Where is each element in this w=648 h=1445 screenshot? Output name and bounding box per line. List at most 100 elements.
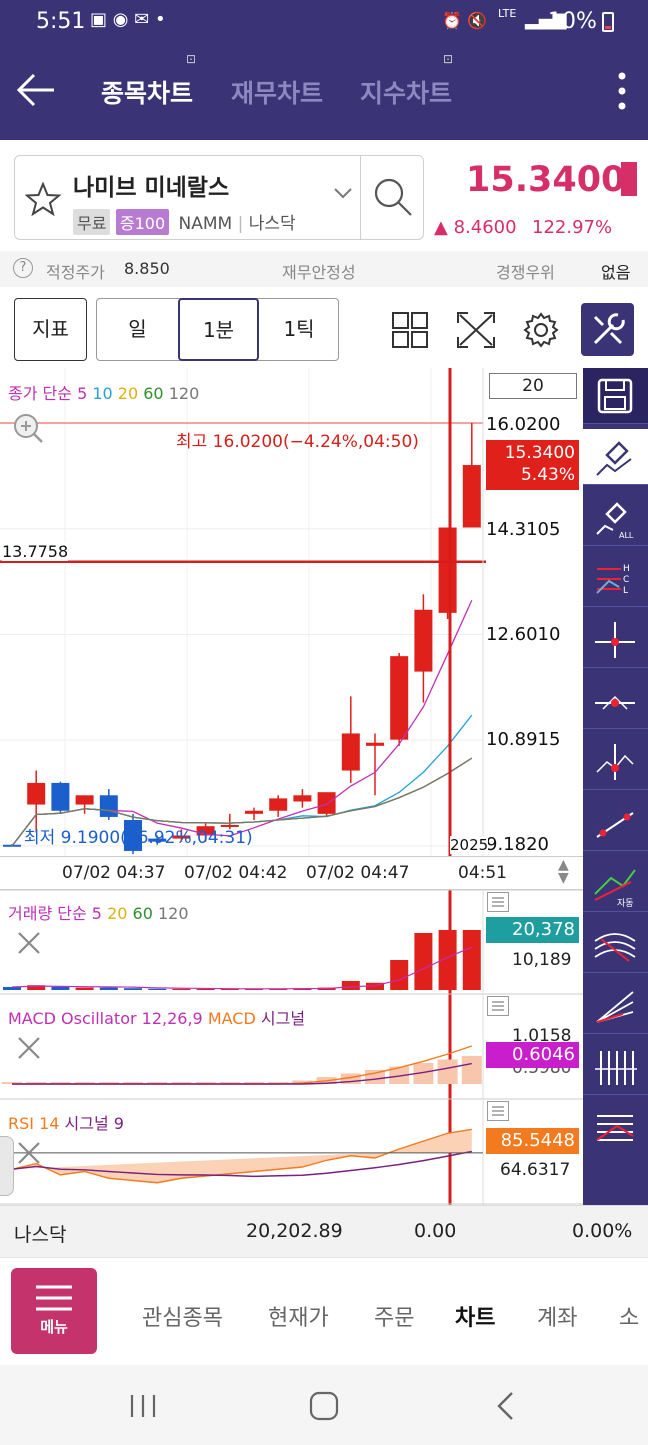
nav-order[interactable]: 주문: [374, 1300, 414, 1332]
close-icon[interactable]: [16, 1140, 42, 1166]
competition-label: 경쟁우위: [496, 263, 555, 282]
price-label: 9.1820: [486, 834, 549, 855]
arc-tool[interactable]: [583, 917, 648, 973]
back-arrow-icon[interactable]: [16, 72, 56, 108]
macd-line-label: MACD: [207, 1009, 256, 1028]
status-bar: 5:51 ▣ ◉ ✉ • ⏰ 🔇 LTE ▂▄▆ 10%: [0, 0, 648, 44]
stock-selector[interactable]: 나미브 미네랄스 무료 증100 NAMM | 나스닥: [14, 155, 424, 240]
volume-bar: [51, 987, 70, 990]
candle-body: [390, 656, 409, 740]
low-annotation: 최저 9.1900(66.92%,04:31): [24, 828, 253, 848]
grid-layout-icon[interactable]: [392, 312, 428, 348]
price-change-pct: 122.97%: [532, 217, 613, 238]
fair-price-label: 적정주가: [46, 263, 105, 282]
volume-tag: 20,378: [486, 917, 579, 943]
chevron-down-icon[interactable]: [333, 186, 353, 200]
close-icon[interactable]: [16, 1035, 42, 1061]
volume-bar: [124, 988, 142, 990]
home-icon[interactable]: [309, 1391, 339, 1421]
zoom-icon[interactable]: [12, 412, 44, 444]
svg-text:L: L: [623, 586, 628, 596]
crosshair-tool[interactable]: [583, 612, 648, 668]
vol-ma120: 120: [157, 904, 189, 923]
period-day[interactable]: 일: [97, 299, 178, 360]
macd-legend: MACD Oscillator 12,26,9 MACD 시그널: [8, 1005, 305, 1029]
rsi-signal-label: 시그널 9: [64, 1114, 124, 1133]
period-1min[interactable]: 1분: [178, 298, 259, 361]
current-price: 15.3400: [466, 160, 626, 200]
nav-chart[interactable]: 차트: [455, 1300, 495, 1332]
volume-bar: [414, 933, 433, 990]
count-box[interactable]: 20: [489, 373, 577, 399]
tab-finance-chart[interactable]: 재무차트: [231, 74, 323, 110]
star-icon[interactable]: [25, 182, 61, 216]
chart-area[interactable]: 종가 단순 5 10 20 60 120 20 16.0200 14.3105 …: [0, 368, 583, 1205]
fibonacci-tool[interactable]: [583, 1100, 648, 1156]
search-icon[interactable]: [372, 176, 416, 220]
volume-bar: [341, 981, 360, 990]
trend-line-tool[interactable]: [583, 795, 648, 851]
tools-button[interactable]: [581, 303, 634, 356]
back-icon[interactable]: [496, 1391, 516, 1421]
macd-bar: [461, 1056, 482, 1084]
vol-ma60: 60: [132, 904, 153, 923]
eraser-all-tool[interactable]: ALL: [583, 490, 648, 546]
menu-label: 메뉴: [40, 1318, 68, 1336]
vertical-line-icon: [596, 744, 634, 780]
nav-current-price[interactable]: 현재가: [268, 1300, 329, 1332]
panel-menu-icon[interactable]: [487, 892, 509, 912]
nav-account[interactable]: 계좌: [537, 1300, 577, 1332]
network-label: LTE: [498, 7, 517, 20]
cycle-lines-tool[interactable]: [583, 1039, 648, 1095]
nav-more[interactable]: 소: [619, 1300, 639, 1332]
side-drawer-handle[interactable]: [0, 1136, 14, 1196]
macd-bar: [437, 1059, 458, 1084]
close-icon[interactable]: [16, 930, 42, 956]
auto-trend-tool[interactable]: 자동: [583, 856, 648, 912]
panel-menu-icon[interactable]: [487, 996, 509, 1016]
index-bar[interactable]: 나스닥 20,202.89 0.00 0.00%: [0, 1205, 648, 1257]
nav-watchlist[interactable]: 관심종목: [142, 1300, 223, 1332]
hamburger-icon: [36, 1285, 72, 1311]
fair-price-value: 8.850: [124, 259, 170, 278]
fan-tool[interactable]: [583, 978, 648, 1034]
candle-body: [269, 798, 288, 811]
horizontal-line-tool[interactable]: [583, 673, 648, 729]
tab-stock-chart[interactable]: 종목차트: [101, 74, 193, 110]
vertical-line-tool[interactable]: [583, 734, 648, 790]
fullscreen-icon[interactable]: [456, 311, 496, 349]
hcl-lines-icon: HCL: [596, 564, 630, 596]
time-label: 07/02 04:42: [184, 863, 288, 883]
indicator-button[interactable]: 지표: [14, 298, 87, 361]
fan-lines-icon: [596, 991, 634, 1023]
hcl-tool[interactable]: HCL: [583, 551, 648, 607]
gear-icon[interactable]: [522, 311, 560, 349]
time-label: 04:51: [458, 863, 507, 883]
rsi-line: [11, 1128, 472, 1184]
signal-icon: ⏰ 🔇: [442, 11, 487, 30]
horizontal-line-icon: [595, 695, 635, 710]
menu-button[interactable]: 메뉴: [11, 1268, 97, 1354]
macd-signal-label: 시그널: [260, 1009, 306, 1028]
recents-icon[interactable]: [128, 1393, 158, 1419]
more-vert-icon[interactable]: [612, 70, 632, 114]
candle-body: [293, 795, 312, 802]
help-icon[interactable]: ?: [13, 258, 33, 278]
current-price-tag-value: 15.3400: [504, 443, 575, 463]
vol-ma5: 5: [91, 904, 102, 923]
scroll-arrows-icon[interactable]: ▲ ▼: [558, 858, 569, 885]
panel-menu-icon[interactable]: [487, 1101, 509, 1121]
candle-body: [51, 782, 70, 811]
volume-label: 10,189: [512, 950, 572, 970]
chart-canvas[interactable]: [0, 368, 583, 1205]
eraser-tool[interactable]: [583, 429, 648, 485]
competition-value: 없음: [601, 263, 631, 282]
macd-tag: 0.6046: [486, 1042, 579, 1068]
period-1tick[interactable]: 1틱: [259, 299, 339, 360]
tab-index-chart[interactable]: 지수차트: [360, 74, 452, 110]
candle-body: [414, 609, 433, 672]
stability-label[interactable]: 재무안정성: [282, 259, 356, 283]
rsi-label: 64.6317: [500, 1160, 571, 1180]
system-nav: [0, 1365, 648, 1445]
save-tool[interactable]: [583, 368, 648, 424]
